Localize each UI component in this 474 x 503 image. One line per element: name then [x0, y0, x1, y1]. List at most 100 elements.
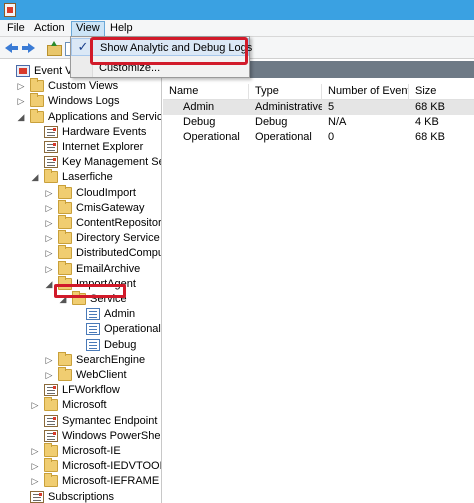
tree-item[interactable]: Subscriptions	[0, 490, 161, 503]
menu-file[interactable]: File	[3, 21, 29, 37]
folder-icon	[58, 367, 72, 381]
expand-arrow-icon[interactable]: ▷	[44, 264, 54, 275]
row-type: Operational	[255, 131, 312, 143]
collapse-arrow-icon[interactable]: ◢	[30, 172, 40, 183]
folder-icon	[30, 108, 44, 123]
folder-icon	[58, 351, 72, 366]
row-events: 0	[328, 131, 335, 143]
expand-arrow-icon[interactable]: ▷	[30, 476, 40, 487]
tree-item[interactable]: ◢ Laserfiche	[0, 169, 161, 185]
expand-arrow-icon[interactable]: ▷	[44, 188, 54, 199]
folder-icon	[58, 230, 72, 245]
expand-arrow-icon[interactable]: ▷	[44, 203, 54, 214]
row-name: Operational	[183, 131, 240, 143]
log-icon	[44, 156, 58, 169]
column-header-type[interactable]: Type	[249, 84, 322, 100]
menu-action[interactable]: Action	[30, 21, 69, 37]
table-row[interactable]: Admin Administrative 5 68 KB	[163, 100, 474, 115]
tree-item[interactable]: ▷ Custom Views	[0, 78, 161, 94]
expand-arrow-icon[interactable]: ▷	[16, 81, 26, 92]
log-icon	[44, 414, 58, 427]
back-arrow-icon[interactable]	[4, 41, 20, 55]
tree-item[interactable]: Windows PowerShell	[0, 429, 162, 444]
log-icon	[30, 490, 44, 503]
expand-arrow-icon[interactable]: ▷	[44, 370, 54, 381]
expand-arrow-icon[interactable]: ▷	[16, 96, 26, 107]
tree-item[interactable]: ▷ ContentRepository	[0, 215, 162, 231]
collapse-arrow-icon[interactable]: ◢	[16, 112, 26, 123]
title-bar	[0, 0, 474, 20]
row-type: Debug	[255, 116, 288, 128]
logblue-icon	[86, 323, 100, 336]
tree-item-label: Key Management Service	[62, 156, 161, 169]
folder-icon	[44, 458, 58, 473]
expand-arrow-icon[interactable]: ▷	[44, 218, 54, 229]
tree-item[interactable]: Symantec Endpoint Prote	[0, 414, 161, 429]
tree-item-label: DistributedComputin	[76, 247, 161, 260]
tree-item[interactable]: LFWorkflow	[0, 383, 161, 398]
tree-item[interactable]: ◢ Applications and Services Lo	[0, 108, 162, 125]
tree-item[interactable]: ▷ CmisGateway	[0, 199, 161, 216]
expand-arrow-icon[interactable]: ▷	[30, 446, 40, 457]
menu-help[interactable]: Help	[106, 21, 137, 37]
tree-item-label: Applications and Services Lo	[48, 110, 162, 123]
tree-item[interactable]: ▷ Directory Service	[0, 230, 161, 246]
row-events: 5	[328, 101, 335, 113]
menu-view[interactable]: View	[71, 21, 105, 37]
tree-item[interactable]: Debug	[0, 338, 161, 353]
table-row[interactable]: Operational Operational 0 68 KB	[163, 130, 474, 145]
logblue-icon	[86, 308, 100, 321]
expand-arrow-icon[interactable]: ▷	[30, 400, 40, 411]
folder-icon	[30, 93, 44, 108]
tree-item-label: ContentRepository	[76, 217, 162, 229]
tree-item[interactable]: Hardware Events	[0, 125, 161, 140]
tree-item[interactable]: Operational	[0, 322, 161, 337]
tree-item[interactable]: ▷ WebClient	[0, 367, 161, 383]
tree-item-label: Microsoft-IEDVTOOL	[62, 460, 162, 473]
tree-item-label: Microsoft-IE	[62, 445, 121, 457]
tree-item-label: Microsoft	[62, 399, 107, 412]
logblue-icon	[86, 338, 100, 351]
tree-item[interactable]: ▷ Microsoft-IE	[0, 443, 161, 459]
table-row[interactable]: Debug Debug N/A 4 KB	[163, 115, 474, 130]
up-folder-icon[interactable]	[46, 41, 62, 56]
column-header-name[interactable]: Name	[163, 84, 249, 100]
folder-icon	[44, 397, 58, 412]
tree-item[interactable]: ▷ Microsoft	[0, 397, 161, 413]
folder-icon	[44, 169, 58, 184]
tree-item-label: Windows PowerShell	[62, 429, 162, 442]
tree-item[interactable]: Key Management Service	[0, 155, 161, 170]
tree-item-label: Custom Views	[48, 80, 119, 93]
tree-item-label: Internet Explorer	[62, 141, 144, 153]
tree-item[interactable]: ▷ CloudImport	[0, 184, 161, 201]
column-header-number-of-events[interactable]: Number of Events	[322, 84, 409, 100]
log-list-pane: Name Type Number of Events Size Admin Ad…	[163, 61, 474, 503]
menu-highlight-box	[90, 37, 248, 65]
tree-item-label: Hardware Events	[62, 125, 147, 138]
tree-item[interactable]: ▷ DistributedComputin	[0, 245, 161, 261]
collapse-arrow-icon[interactable]: ◢	[44, 279, 54, 290]
expand-arrow-icon[interactable]: ▷	[30, 461, 40, 472]
log-icon	[44, 125, 58, 138]
expand-arrow-icon[interactable]: ▷	[44, 233, 54, 244]
tree-item[interactable]: ▷ SearchEngine	[0, 351, 161, 368]
tree-item-label: Symantec Endpoint Prote	[62, 414, 161, 427]
tree-item[interactable]: ▷ Microsoft-IEDVTOOL	[0, 458, 162, 474]
forward-arrow-icon[interactable]	[20, 41, 36, 55]
tree-item[interactable]: ▷ Windows Logs	[0, 93, 161, 109]
column-header-size[interactable]: Size	[409, 84, 474, 100]
folder-icon	[58, 184, 72, 199]
tree-item[interactable]: ▷ EmailArchive	[0, 260, 161, 277]
expand-arrow-icon[interactable]: ▷	[44, 355, 54, 366]
tree-item[interactable]: Internet Explorer	[0, 140, 161, 155]
tree-item-label: Microsoft-IEFRAME	[62, 475, 160, 488]
tree-item[interactable]: Admin	[0, 307, 161, 322]
tree-item-label: Operational	[104, 323, 161, 336]
folder-icon	[44, 443, 58, 457]
row-size: 4 KB	[415, 116, 439, 128]
log-icon	[44, 429, 58, 442]
tree-item-label: CloudImport	[76, 186, 136, 199]
viewer-icon	[16, 65, 30, 77]
tree-item[interactable]: ▷ Microsoft-IEFRAME	[0, 473, 161, 489]
expand-arrow-icon[interactable]: ▷	[44, 248, 54, 259]
